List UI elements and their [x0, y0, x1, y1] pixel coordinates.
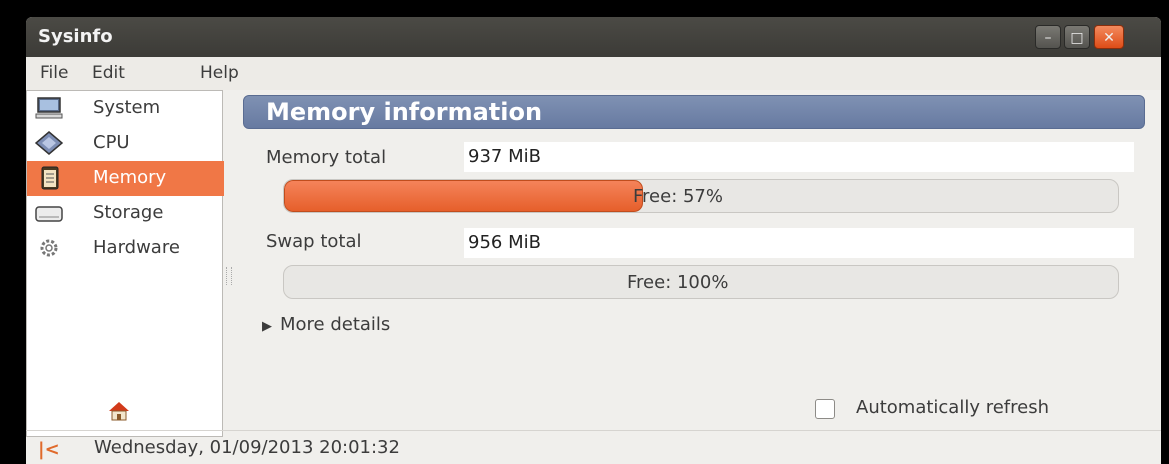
more-details-expander[interactable]: ▶ More details — [262, 314, 390, 335]
menu-bar: File Edit Help — [26, 57, 1161, 90]
menu-file[interactable]: File — [40, 63, 68, 83]
memory-progress-bar: Free: 57% — [283, 179, 1119, 213]
sidebar-item-system[interactable]: System — [27, 91, 224, 126]
sidebar-item-label: Storage — [93, 202, 164, 223]
memory-total-label: Memory total — [266, 147, 387, 168]
swap-total-value: 956 MiB — [464, 228, 1134, 258]
maximize-button[interactable]: □ — [1064, 25, 1090, 49]
sidebar-item-storage[interactable]: Storage — [27, 196, 224, 231]
menu-edit[interactable]: Edit — [92, 63, 125, 83]
window-title: Sysinfo — [38, 26, 113, 47]
swap-free-text: Free: 100% — [627, 272, 729, 293]
sidebar-resize-handle[interactable] — [226, 267, 232, 285]
sysinfo-window: Sysinfo – □ ✕ File Edit Help System CPU — [26, 17, 1161, 464]
sidebar-item-label: CPU — [93, 132, 130, 153]
minimize-button[interactable]: – — [1035, 25, 1061, 49]
status-timestamp: Wednesday, 01/09/2013 20:01:32 — [94, 437, 400, 458]
sidebar-item-cpu[interactable]: CPU — [27, 126, 224, 161]
home-icon[interactable] — [108, 401, 130, 421]
gear-icon — [40, 239, 58, 257]
title-bar[interactable]: Sysinfo – □ ✕ — [26, 17, 1161, 57]
hard-drive-icon — [35, 206, 63, 222]
sidebar-item-memory[interactable]: Memory — [27, 161, 224, 196]
sidebar-item-label: System — [93, 97, 161, 118]
memory-progress-fill — [284, 180, 643, 212]
section-header: Memory information — [243, 95, 1145, 129]
sidebar-item-label: Hardware — [93, 237, 180, 258]
auto-refresh-label[interactable]: Automatically refresh — [856, 397, 1049, 418]
more-details-label: More details — [280, 314, 391, 335]
sidebar-item-label: Memory — [93, 167, 167, 188]
swap-progress-bar: Free: 100% — [283, 265, 1119, 299]
swap-total-label: Swap total — [266, 231, 362, 252]
sidebar: System CPU Memory Storage Hardware — [26, 90, 224, 437]
sidebar-item-hardware[interactable]: Hardware — [27, 231, 224, 266]
auto-refresh-checkbox[interactable] — [815, 399, 835, 419]
memory-free-text: Free: 57% — [633, 186, 723, 207]
memory-total-value: 937 MiB — [464, 142, 1134, 172]
close-button[interactable]: ✕ — [1094, 25, 1124, 49]
page-title: Memory information — [266, 98, 543, 126]
cpu-chip-icon — [35, 131, 63, 155]
memory-icon — [41, 166, 59, 190]
first-page-icon[interactable]: |< — [38, 439, 60, 460]
expand-arrow-icon: ▶ — [262, 319, 272, 334]
computer-icon — [35, 97, 63, 119]
menu-help[interactable]: Help — [200, 63, 239, 83]
status-bar: |< Wednesday, 01/09/2013 20:01:32 — [26, 430, 1161, 464]
